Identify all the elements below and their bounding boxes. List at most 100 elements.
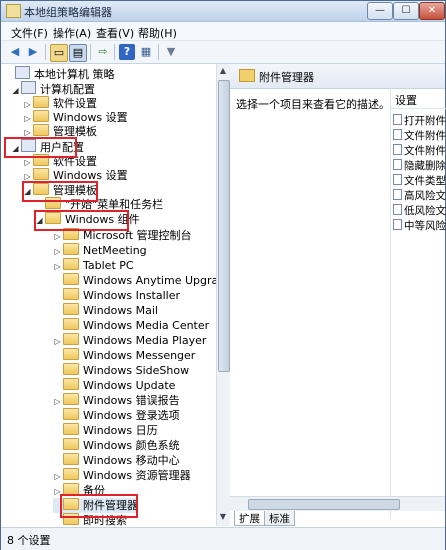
tree-scrollbar[interactable]: ▲ ▼	[216, 64, 230, 526]
show-hide-tree-icon[interactable]: ▤	[69, 44, 87, 62]
scroll-thumb[interactable]	[248, 499, 400, 510]
view-tabs: 扩展 标准	[230, 511, 445, 527]
tree-node-error-reporting[interactable]: ▷ Windows 错误报告	[53, 393, 180, 408]
settings-column-header[interactable]: 设置	[391, 92, 446, 109]
policy-icon	[15, 66, 30, 79]
setting-icon	[393, 114, 402, 125]
tree-node-messenger[interactable]: Windows Messenger	[53, 348, 195, 363]
folder-icon	[63, 333, 79, 345]
folder-icon	[63, 243, 79, 255]
scroll-up-arrow-icon[interactable]: ▲	[218, 66, 228, 78]
tree-node-root[interactable]: 本地计算机 策略	[5, 66, 115, 81]
tree-node-mobility-center[interactable]: Windows 移动中心	[53, 453, 180, 468]
folder-icon	[33, 110, 49, 122]
menu-bar: 文件(F) 操作(A) 查看(V) 帮助(H)	[1, 22, 445, 41]
setting-row[interactable]: 中等风险	[393, 218, 446, 232]
app-window: 本地组策略编辑器 — ☐ ✕ 文件(F) 操作(A) 查看(V) 帮助(H) ◀…	[0, 0, 446, 550]
tree-node-user-software-settings[interactable]: ▷ 软件设置	[23, 154, 97, 169]
tree-node-computer-config[interactable]: ◢ 计算机配置	[11, 81, 95, 96]
tree-node-windows-installer[interactable]: Windows Installer	[53, 288, 180, 303]
folder-icon	[63, 483, 79, 495]
setting-row[interactable]: 低风险文	[393, 203, 446, 217]
menu-help[interactable]: 帮助(H)	[138, 25, 177, 41]
tree-node-windows-mail[interactable]: Windows Mail	[53, 303, 158, 318]
setting-icon	[393, 219, 402, 230]
scroll-down-arrow-icon[interactable]: ▼	[218, 512, 228, 524]
menu-file[interactable]: 文件(F)	[11, 25, 48, 41]
folder-icon	[63, 378, 79, 390]
folder-icon	[63, 303, 79, 315]
tree-node-windows-settings[interactable]: ▷ Windows 设置	[23, 110, 128, 125]
setting-row[interactable]: 打开附件	[393, 113, 446, 127]
maximize-button[interactable]: ☐	[393, 2, 419, 20]
tab-extended[interactable]: 扩展	[234, 511, 265, 526]
tree-node-tablet-pc[interactable]: ▷ Tablet PC	[53, 258, 134, 273]
folder-icon	[63, 423, 79, 435]
setting-row[interactable]: 文件附件	[393, 143, 446, 157]
tree-node-anytime-upgrade[interactable]: Windows Anytime Upgrade	[53, 273, 216, 288]
toolbar: ◀ ▶ ▭ ▤ ⇨ ? ▦ ▼	[1, 41, 445, 64]
setting-icon	[393, 159, 402, 170]
tree-node-software-settings[interactable]: ▷ 软件设置	[23, 96, 97, 111]
tree-pane: 本地计算机 策略 ◢ 计算机配置 ▷ 软件设置 ▷ Windows 设置 ▷ 管理模板 …	[1, 64, 217, 526]
tab-standard[interactable]: 标准	[264, 511, 295, 526]
setting-row[interactable]: 文件附件	[393, 128, 446, 142]
tree-node-media-center[interactable]: Windows Media Center	[53, 318, 209, 333]
menu-view[interactable]: 查看(V)	[96, 25, 134, 41]
scroll-thumb[interactable]	[218, 80, 230, 372]
tree-node-attachment-manager[interactable]: 附件管理器	[53, 498, 138, 513]
folder-icon	[63, 408, 79, 420]
title-bar[interactable]: 本地组策略编辑器 — ☐ ✕	[1, 1, 445, 22]
tree-node-explorer[interactable]: ▷ Windows 资源管理器	[53, 468, 191, 483]
setting-icon	[393, 144, 402, 155]
folder-icon	[33, 168, 49, 180]
tree-node-logon-options[interactable]: Windows 登录选项	[53, 408, 180, 423]
export-list-icon[interactable]: ⇨	[95, 44, 111, 60]
close-button[interactable]: ✕	[419, 2, 445, 20]
tree-node-user-config[interactable]: ◢ 用户配置	[11, 139, 84, 154]
tree-node-mmc[interactable]: ▷ Microsoft 管理控制台	[53, 228, 192, 243]
tree-node-user-admin-templates[interactable]: ◢ 管理模板	[23, 183, 97, 198]
back-icon[interactable]: ◀	[7, 44, 23, 60]
help-icon[interactable]: ?	[119, 44, 135, 60]
tree-node-sideshow[interactable]: Windows SideShow	[53, 363, 189, 378]
folder-icon	[45, 212, 61, 224]
user-icon	[21, 139, 36, 152]
folder-icon	[63, 438, 79, 450]
folder-icon	[63, 468, 79, 480]
tree-node-windows-update[interactable]: Windows Update	[53, 378, 175, 393]
tree-node-instant-search[interactable]: 即时搜索	[53, 513, 127, 526]
up-folder-icon[interactable]: ▭	[50, 44, 68, 62]
tree-node-backup[interactable]: ▷ 备份	[53, 483, 105, 498]
folder-icon	[63, 258, 79, 270]
minimize-button[interactable]: —	[367, 2, 393, 20]
properties-icon[interactable]: ▦	[138, 44, 154, 60]
filter-icon[interactable]: ▼	[163, 44, 179, 60]
folder-icon	[33, 183, 49, 195]
menu-action[interactable]: 操作(A)	[53, 25, 91, 41]
setting-row[interactable]: 高风险文	[393, 188, 446, 202]
details-horizontal-scrollbar[interactable]	[230, 496, 445, 511]
tree-node-media-player[interactable]: ▷ Windows Media Player	[53, 333, 206, 348]
description-text: 选择一个项目来查看它的描述。	[236, 98, 390, 111]
settings-list: 设置 打开附件 文件附件 文件附件 隐藏删除 文件类型 高风险文 低风险文 中等…	[390, 88, 446, 518]
folder-icon	[63, 498, 79, 510]
tree-node-color-system[interactable]: Windows 颜色系统	[53, 438, 180, 453]
folder-icon	[63, 288, 79, 300]
details-pane: 附件管理器 选择一个项目来查看它的描述。 设置 打开附件 文件附件 文件附件 隐…	[230, 64, 446, 527]
setting-row[interactable]: 文件类型	[393, 173, 446, 187]
details-title: 附件管理器	[259, 71, 314, 84]
tree-node-windows-components[interactable]: ◢ Windows 组件	[35, 212, 140, 227]
setting-row[interactable]: 隐藏删除	[393, 158, 446, 172]
folder-icon	[63, 348, 79, 360]
folder-icon	[33, 154, 49, 166]
tree-node-calendar[interactable]: Windows 日历	[53, 423, 158, 438]
setting-icon	[393, 129, 402, 140]
folder-icon	[239, 69, 255, 82]
tree-node-start-menu[interactable]: "开始"菜单和任务栏	[35, 197, 163, 212]
tree-node-user-windows-settings[interactable]: ▷ Windows 设置	[23, 168, 128, 183]
details-header: 附件管理器	[230, 64, 445, 89]
forward-icon[interactable]: ▶	[25, 44, 41, 60]
tree-node-netmeeting[interactable]: ▷ NetMeeting	[53, 243, 147, 258]
tree-node-admin-templates[interactable]: ▷ 管理模板	[23, 124, 97, 139]
